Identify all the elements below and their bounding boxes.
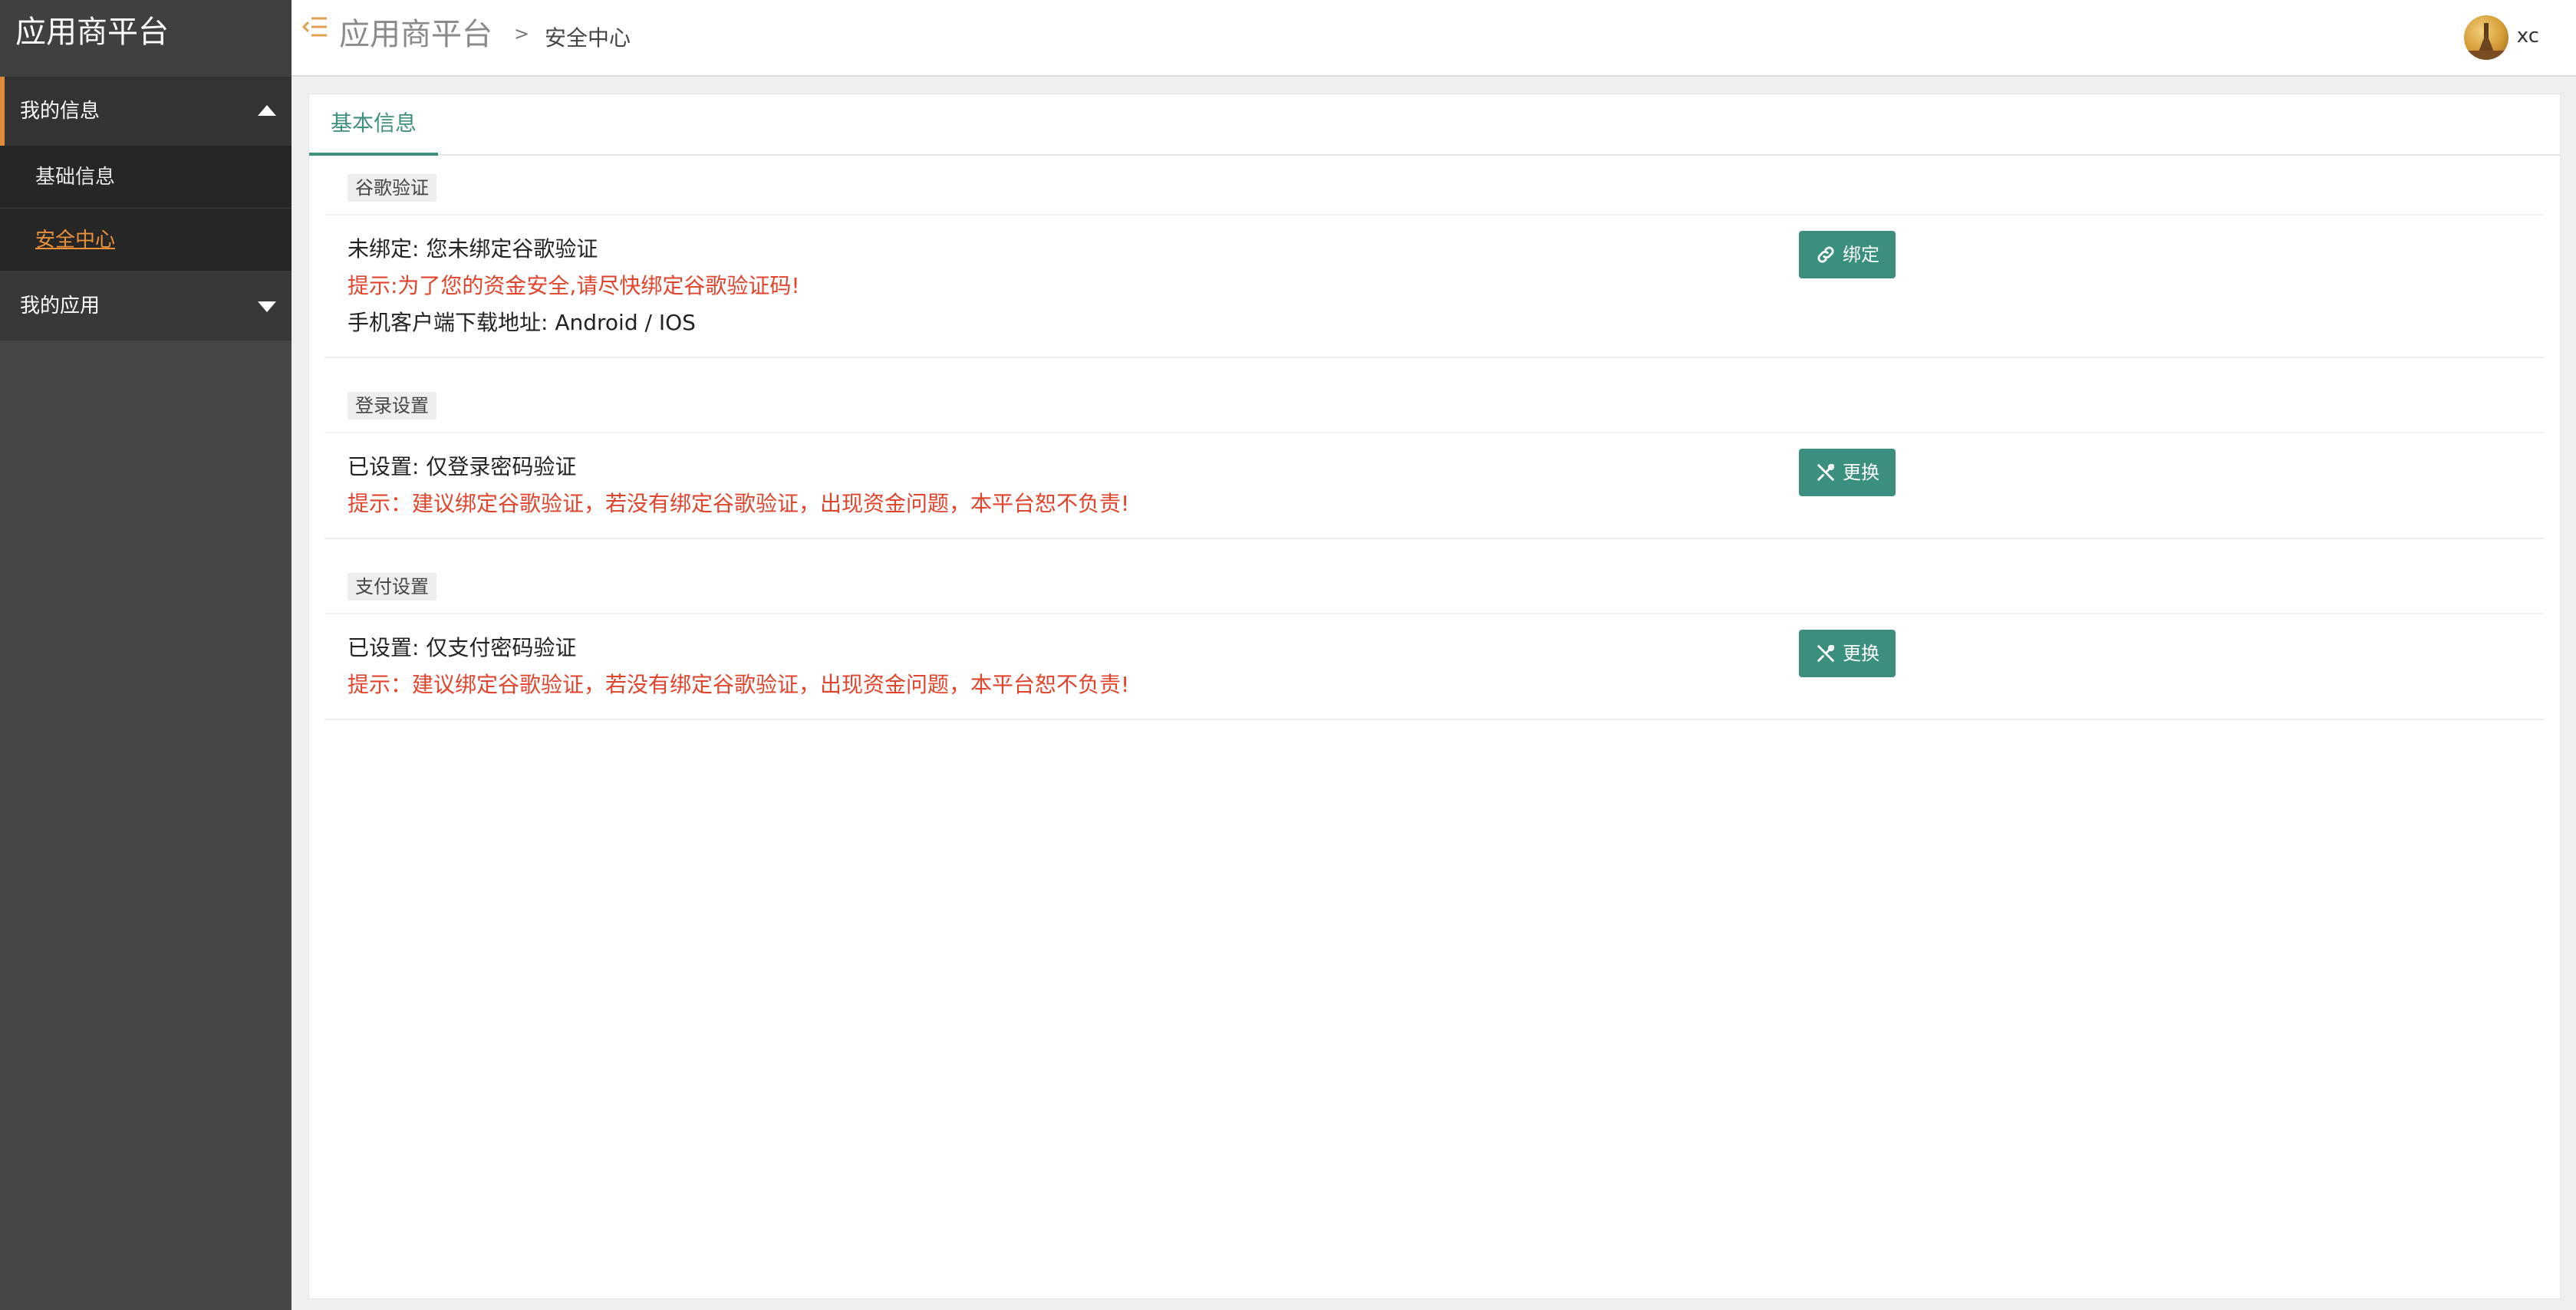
tools-icon <box>1817 463 1835 481</box>
caret-down-icon <box>258 301 276 312</box>
change-button-label: 更换 <box>1843 643 1879 664</box>
top-header: 应用商平台 > 安全中心 xc <box>292 0 2576 77</box>
caret-up-icon <box>258 105 276 116</box>
sidebar-item-basic-info[interactable]: 基础信息 <box>0 146 292 209</box>
sidebar-group-label: 我的应用 <box>20 295 100 318</box>
username[interactable]: xc <box>2517 25 2539 48</box>
link-icon <box>1817 246 1834 263</box>
tools-icon <box>1817 644 1835 662</box>
section-body: 已设置: 仅支付密码验证 提示：建议绑定谷歌验证，若没有绑定谷歌验证，出现资金问… <box>324 614 2545 719</box>
sidebar-submenu-my-info: 基础信息 安全中心 <box>0 146 292 272</box>
download-line: 手机客户端下载地址: Android / IOS <box>348 310 696 335</box>
status-line: 未绑定: 您未绑定谷歌验证 <box>348 236 598 262</box>
warning-line: 提示:为了您的资金安全,请尽快绑定谷歌验证码! <box>348 273 800 298</box>
bind-button[interactable]: 绑定 <box>1799 231 1896 278</box>
section-google-auth: 谷歌验证 未绑定: 您未绑定谷歌验证 提示:为了您的资金安全,请尽快绑定谷歌验证… <box>324 156 2545 358</box>
sidebar-group-label: 我的信息 <box>20 100 100 123</box>
section-body: 已设置: 仅登录密码验证 提示：建议绑定谷歌验证，若没有绑定谷歌验证，出现资金问… <box>324 433 2545 538</box>
section-header: 支付设置 <box>324 555 2545 614</box>
section-login-settings: 登录设置 已设置: 仅登录密码验证 提示：建议绑定谷歌验证，若没有绑定谷歌验证，… <box>324 374 2545 539</box>
section-payment-settings: 支付设置 已设置: 仅支付密码验证 提示：建议绑定谷歌验证，若没有绑定谷歌验证，… <box>324 555 2545 720</box>
avatar[interactable] <box>2464 15 2508 60</box>
section-tag: 支付设置 <box>348 573 436 601</box>
status-line: 已设置: 仅支付密码验证 <box>348 635 577 660</box>
header-title: 应用商平台 <box>339 17 492 52</box>
status-line: 已设置: 仅登录密码验证 <box>348 454 577 479</box>
section-tag: 谷歌验证 <box>348 174 436 202</box>
section-body: 未绑定: 您未绑定谷歌验证 提示:为了您的资金安全,请尽快绑定谷歌验证码! 手机… <box>324 216 2545 357</box>
main-panel: 基本信息 谷歌验证 未绑定: 您未绑定谷歌验证 提示:为了您的资金安全,请尽快绑… <box>308 94 2561 1299</box>
section-header: 登录设置 <box>324 374 2545 433</box>
section-tag: 登录设置 <box>348 392 436 420</box>
breadcrumb-current: 安全中心 <box>545 25 631 51</box>
breadcrumb-separator: > <box>514 23 530 44</box>
change-payment-button[interactable]: 更换 <box>1799 630 1896 677</box>
avatar-image-icon <box>2464 23 2508 60</box>
sidebar-item-security-center[interactable]: 安全中心 <box>0 209 292 272</box>
change-button-label: 更换 <box>1843 462 1879 483</box>
warning-line: 提示：建议绑定谷歌验证，若没有绑定谷歌验证，出现资金问题，本平台恕不负责! <box>348 491 1130 516</box>
tab-basic-info[interactable]: 基本信息 <box>309 94 439 156</box>
change-login-button[interactable]: 更换 <box>1799 449 1896 496</box>
section-header: 谷歌验证 <box>324 156 2545 216</box>
sidebar: 应用商平台 我的信息 基础信息 安全中心 我的应用 <box>0 0 292 1310</box>
menu-toggle-icon[interactable] <box>301 15 328 38</box>
sidebar-logo: 应用商平台 <box>0 0 292 77</box>
sidebar-group-my-info[interactable]: 我的信息 <box>0 77 292 146</box>
tab-bar: 基本信息 <box>309 94 2560 156</box>
sidebar-group-my-apps[interactable]: 我的应用 <box>0 272 292 341</box>
bind-button-label: 绑定 <box>1843 244 1879 265</box>
warning-line: 提示：建议绑定谷歌验证，若没有绑定谷歌验证，出现资金问题，本平台恕不负责! <box>348 672 1130 697</box>
